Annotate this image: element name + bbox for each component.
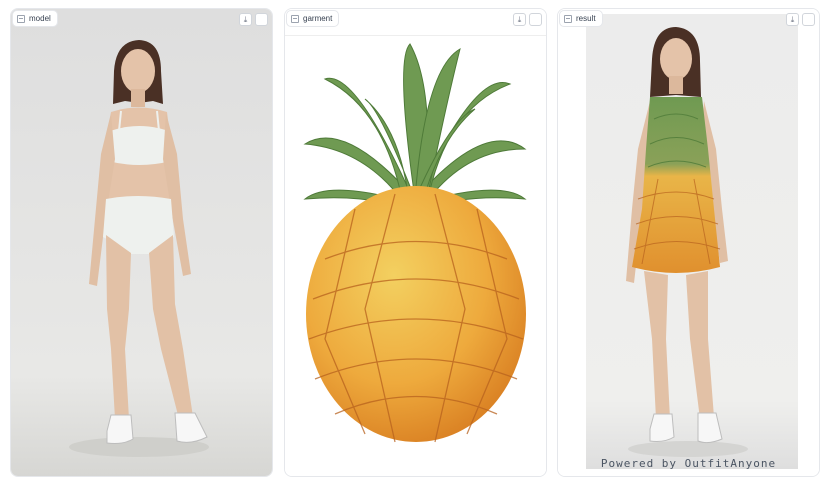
download-button[interactable]: ⤓ — [513, 13, 526, 26]
fullscreen-button[interactable] — [529, 13, 542, 26]
fullscreen-button[interactable] — [802, 13, 815, 26]
download-icon: ⤓ — [243, 14, 248, 24]
model-panel: model ⤓ — [10, 8, 273, 477]
model-image — [11, 9, 272, 476]
image-icon — [291, 14, 299, 23]
result-watermark: Powered by OutfitAnyone — [600, 457, 777, 470]
garment-label-chip: garment — [286, 10, 340, 27]
garment-panel: garment ⤓ — [284, 8, 547, 477]
download-button[interactable]: ⤓ — [239, 13, 252, 26]
result-panel: result ⤓ Powered by OutfitAnyone — [557, 8, 820, 477]
garment-label: garment — [303, 14, 333, 23]
model-label-chip: model — [12, 10, 58, 27]
result-image — [558, 9, 819, 476]
image-icon — [17, 14, 25, 23]
download-icon: ⤓ — [517, 14, 522, 24]
fullscreen-button[interactable] — [255, 13, 268, 26]
download-icon: ⤓ — [790, 14, 795, 24]
image-icon — [564, 14, 572, 23]
result-label-chip: result — [559, 10, 603, 27]
download-button[interactable]: ⤓ — [786, 13, 799, 26]
result-label: result — [576, 14, 596, 23]
model-label: model — [29, 14, 51, 23]
garment-image — [285, 9, 546, 476]
